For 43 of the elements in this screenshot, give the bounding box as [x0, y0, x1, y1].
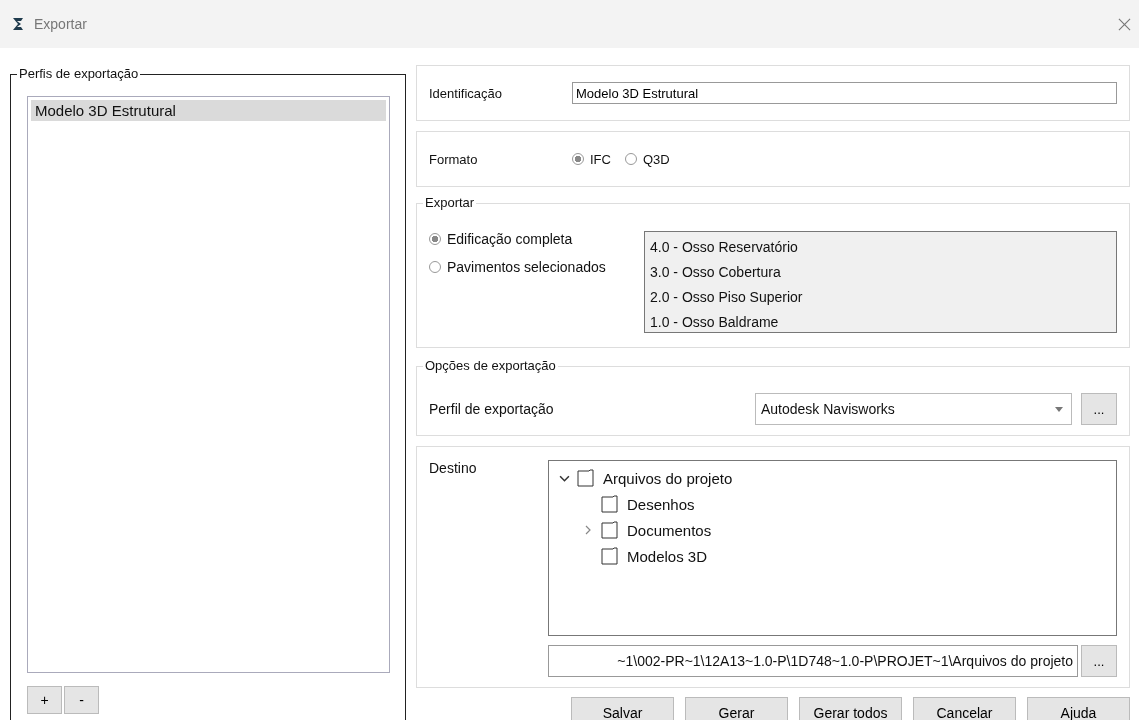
tree-item[interactable]: Desenhos [627, 495, 695, 513]
dialog-button[interactable]: Ajuda [1027, 697, 1130, 720]
folder-icon [601, 521, 619, 539]
field-label: Formato [429, 151, 479, 167]
app-logo-icon [10, 16, 26, 32]
profile-item[interactable]: Modelo 3D Estrutural [31, 100, 386, 121]
folder-icon [601, 547, 619, 565]
dropdown-caret-icon [1055, 406, 1063, 412]
floor-item: 1.0 - Osso Baldrame [650, 313, 780, 332]
folder-icon [577, 469, 595, 487]
group-legend: Exportar [423, 195, 477, 211]
path-field[interactable]: ~1\002-PR~1\12A13~1.0-P\1D748~1.0-P\PROJET~1\Arquivos do projeto [548, 645, 1078, 677]
profile-dropdown[interactable]: Autodesk Navisworks [755, 393, 1072, 425]
dialog-button[interactable]: Salvar [571, 697, 674, 720]
floor-item: 4.0 - Osso Reservatório [650, 238, 799, 257]
group-legend: Perfis de exportação [17, 66, 141, 82]
format-radio[interactable]: IFC [572, 151, 611, 167]
format-radio[interactable]: Q3D [624, 151, 670, 167]
window-title: Exportar [34, 16, 88, 32]
field-label: Destino [429, 460, 478, 478]
floor-item: 3.0 - Osso Cobertura [650, 263, 782, 282]
browse-button[interactable]: ... [1081, 645, 1117, 677]
close-icon[interactable] [1118, 17, 1131, 31]
tree-item[interactable]: Arquivos do projeto [603, 469, 733, 487]
folder-icon [601, 495, 619, 513]
profile-list[interactable]: Modelo 3D Estrutural [27, 96, 390, 673]
field-label: Identificação [429, 85, 503, 101]
tree-item[interactable]: Documentos [627, 521, 712, 539]
field-label: Perfil de exportação [429, 401, 555, 417]
browse-button[interactable]: ... [1081, 393, 1117, 425]
tree-item[interactable]: Modelos 3D [627, 547, 708, 565]
dialog-button[interactable]: Gerar todos [799, 697, 902, 720]
export-radio[interactable]: Edificação completa [429, 231, 630, 247]
chevron-down-icon[interactable] [558, 474, 570, 482]
identification-field[interactable]: Modelo 3D Estrutural [572, 82, 1117, 104]
dialog-button[interactable]: Gerar [685, 697, 788, 720]
list-button[interactable]: + [27, 686, 62, 714]
floor-item: 2.0 - Osso Piso Superior [650, 288, 804, 307]
list-button[interactable]: - [64, 686, 99, 714]
dialog-button[interactable]: Cancelar [913, 697, 1016, 720]
group-legend: Opções de exportação [423, 358, 558, 374]
chevron-right-icon[interactable] [585, 525, 591, 535]
export-radio[interactable]: Pavimentos selecionados [429, 259, 630, 275]
